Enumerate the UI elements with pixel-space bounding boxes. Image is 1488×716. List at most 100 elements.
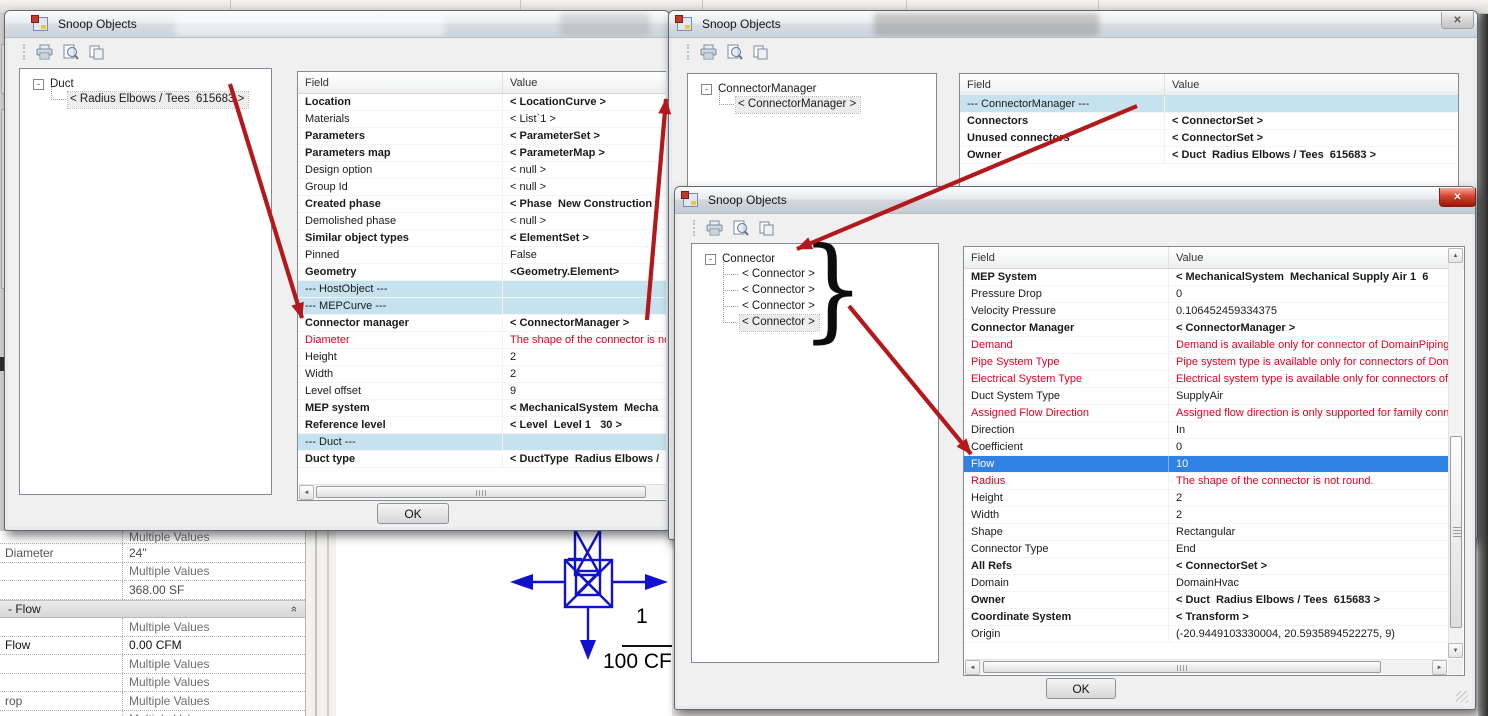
ok-button[interactable]: OK <box>377 503 449 524</box>
grid-header[interactable]: Field Value <box>298 72 666 94</box>
grid-row[interactable]: Pipe System TypePipe system type is avai… <box>964 354 1448 371</box>
property-value[interactable]: Multiple Values <box>122 655 305 673</box>
field-column-header[interactable]: Field <box>960 79 1164 91</box>
grid-row[interactable]: Height2 <box>964 490 1448 507</box>
grid-row[interactable]: --- HostObject --- <box>298 281 666 298</box>
properties-row[interactable]: Multiple Values <box>0 674 305 693</box>
grid-row[interactable]: Width2 <box>298 366 666 383</box>
window-titlebar[interactable]: Snoop Objects <box>675 187 1475 214</box>
grid-row[interactable]: Parameters< ParameterSet > <box>298 128 666 145</box>
copy-icon[interactable] <box>757 219 776 237</box>
scroll-down-icon[interactable]: ▼ <box>1448 643 1463 658</box>
window-titlebar[interactable]: Snoop Objects <box>669 11 1477 38</box>
grid-row[interactable]: Similar object types< ElementSet > <box>298 230 666 247</box>
grid-row[interactable]: RadiusThe shape of the connector is not … <box>964 473 1448 490</box>
grid-row[interactable]: DiameterThe shape of the connector is no… <box>298 332 666 349</box>
tree-child-node[interactable]: < Radius Elbows / Tees 615683 > <box>68 92 248 108</box>
properties-row[interactable]: Multiple Values <box>0 655 305 674</box>
tree-collapse-icon[interactable]: - <box>705 254 716 265</box>
properties-row[interactable]: Multiple Values <box>0 618 305 637</box>
grid-row[interactable]: Level offset9 <box>298 383 666 400</box>
grid-header[interactable]: Field Value <box>964 247 1464 269</box>
copy-icon[interactable] <box>87 43 106 61</box>
scrollbar-thumb[interactable] <box>316 486 646 498</box>
field-column-header[interactable]: Field <box>298 77 502 89</box>
grid-row[interactable]: DirectionIn <box>964 422 1448 439</box>
property-value[interactable]: Multiple Values <box>122 692 305 710</box>
scroll-right-icon[interactable]: ► <box>1432 660 1447 675</box>
grid-row[interactable]: Connector Manager< ConnectorManager > <box>964 320 1448 337</box>
grid-row[interactable]: Group Id< null > <box>298 179 666 196</box>
grid-row[interactable]: Height2 <box>298 349 666 366</box>
property-value[interactable]: Multiple Values <box>122 674 305 692</box>
value-column-header[interactable]: Value <box>502 72 666 93</box>
grid-row[interactable]: DemandDemand is available only for conne… <box>964 337 1448 354</box>
grid-row[interactable]: Design option< null > <box>298 162 666 179</box>
grid-row[interactable]: MEP system< MechanicalSystem Mecha <box>298 400 666 417</box>
grid-row[interactable]: Geometry<Geometry.Element> <box>298 264 666 281</box>
toolbar-grip[interactable] <box>23 44 26 60</box>
tree-child-node[interactable]: < ConnectorManager > <box>736 97 860 113</box>
resize-grip[interactable] <box>1456 691 1468 703</box>
grid-row[interactable]: Origin(-20.9449103330004, 20.59358945222… <box>964 626 1448 643</box>
properties-row[interactable]: Flow0.00 CFM <box>0 637 305 656</box>
horizontal-scrollbar[interactable]: ◄ ► <box>965 659 1447 674</box>
grid-row[interactable]: Created phase< Phase New Construction <box>298 196 666 213</box>
window-titlebar[interactable]: Snoop Objects <box>5 11 669 38</box>
tree-collapse-icon[interactable]: - <box>701 84 712 95</box>
property-value[interactable]: 368.00 SF <box>122 581 305 599</box>
grid-row[interactable]: MEP System< MechanicalSystem Mechanical … <box>964 269 1448 286</box>
field-column-header[interactable]: Field <box>964 252 1168 264</box>
value-column-header[interactable]: Value <box>1164 74 1458 95</box>
grid-row[interactable]: --- Duct --- <box>298 434 666 451</box>
print-preview-icon[interactable] <box>731 219 750 237</box>
tree-collapse-icon[interactable]: - <box>33 79 44 90</box>
properties-row[interactable]: Multiple Values <box>0 563 305 582</box>
grid-row[interactable]: Owner< Duct Radius Elbows / Tees 615683 … <box>964 592 1448 609</box>
scroll-left-icon[interactable]: ◄ <box>299 485 314 500</box>
print-preview-icon[interactable] <box>725 43 744 61</box>
scrollbar-thumb[interactable] <box>983 661 1381 673</box>
close-button[interactable]: ✕ <box>1441 12 1474 29</box>
grid-row[interactable]: Unused connectors< ConnectorSet > <box>960 130 1458 147</box>
grid-row[interactable]: Connector manager< ConnectorManager > <box>298 315 666 332</box>
snoop-tree[interactable]: - Duct < Radius Elbows / Tees 615683 > <box>19 68 272 495</box>
ok-button[interactable]: OK <box>1046 678 1116 699</box>
grid-row[interactable]: Electrical System TypeElectrical system … <box>964 371 1448 388</box>
grid-row[interactable]: Owner< Duct Radius Elbows / Tees 615683 … <box>960 147 1458 164</box>
grid-row[interactable]: Width2 <box>964 507 1448 524</box>
print-preview-icon[interactable] <box>61 43 80 61</box>
close-button[interactable]: ✕ <box>1439 188 1476 207</box>
grid-row[interactable]: All Refs< ConnectorSet > <box>964 558 1448 575</box>
property-value[interactable]: Multiple Values <box>122 563 305 581</box>
grid-row[interactable]: DomainDomainHvac <box>964 575 1448 592</box>
grid-row[interactable]: Flow10 <box>964 456 1448 473</box>
grid-row[interactable]: --- MEPCurve --- <box>298 298 666 315</box>
collapse-chevron-icon[interactable]: » <box>288 606 300 612</box>
toolbar-grip[interactable] <box>693 220 696 236</box>
print-icon[interactable] <box>35 43 54 61</box>
properties-row[interactable]: ropMultiple Values <box>0 692 305 711</box>
properties-row[interactable]: 368.00 SF <box>0 581 305 600</box>
properties-row[interactable]: Multiple Values <box>0 531 305 544</box>
grid-row[interactable]: Pressure Drop0 <box>964 286 1448 303</box>
grid-row[interactable]: Parameters map< ParameterMap > <box>298 145 666 162</box>
grid-row[interactable]: PinnedFalse <box>298 247 666 264</box>
property-value[interactable]: Multiple Values <box>122 711 305 716</box>
grid-row[interactable]: Coefficient0 <box>964 439 1448 456</box>
grid-header[interactable]: Field Value <box>960 74 1458 96</box>
property-value[interactable]: 0.00 CFM <box>122 637 305 655</box>
copy-icon[interactable] <box>751 43 770 61</box>
scrollbar-thumb[interactable] <box>1450 436 1462 628</box>
property-value[interactable]: 24" <box>122 544 305 562</box>
value-column-header[interactable]: Value <box>1168 247 1464 268</box>
grid-row[interactable]: ShapeRectangular <box>964 524 1448 541</box>
grid-row[interactable]: Connectors< ConnectorSet > <box>960 113 1458 130</box>
toolbar-grip[interactable] <box>687 44 690 60</box>
vertical-scrollbar[interactable]: ▲ ▼ <box>1448 248 1463 658</box>
grid-row[interactable]: Connector TypeEnd <box>964 541 1448 558</box>
print-icon[interactable] <box>705 219 724 237</box>
grid-row[interactable]: Duct System TypeSupplyAir <box>964 388 1448 405</box>
grid-row[interactable]: Coordinate System< Transform > <box>964 609 1448 626</box>
print-icon[interactable] <box>699 43 718 61</box>
